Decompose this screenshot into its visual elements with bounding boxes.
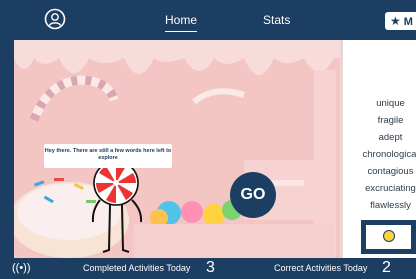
more-button[interactable]: ★ M [385,12,416,30]
star-icon: ★ [390,14,401,28]
left-edge-strip [0,40,14,258]
correct-activities-value: 2 [382,259,391,276]
tab-home[interactable]: Home [165,13,198,32]
tab-stats[interactable]: Stats [263,13,290,27]
word-item[interactable]: contagious [343,166,416,177]
hint-icon[interactable] [383,230,395,242]
game-scene: Hey there. There are still a few words h… [0,40,416,258]
user-avatar-icon[interactable] [44,8,66,30]
correct-activities-label: Correct Activities Today [274,263,368,273]
word-item[interactable]: chronological [343,149,416,160]
word-item[interactable]: excruciating [343,183,416,194]
word-item[interactable]: fragile [343,115,416,126]
speech-bubble: Hey there. There are still a few words h… [44,144,172,168]
top-nav-bar: Home Stats ★ M [0,0,416,40]
word-item[interactable]: unique [343,98,416,109]
completed-activities-label: Completed Activities Today [83,263,191,273]
antenna-icon: ((•)) [12,262,31,274]
more-button-label: M [403,16,413,28]
word-item[interactable]: adept [343,132,416,143]
stats-bar: ((•)) Completed Activities Today 3 Corre… [0,258,416,279]
go-button[interactable]: GO [230,172,276,218]
peppermint-character [91,160,143,253]
word-item[interactable]: flawlessly [343,200,416,211]
completed-activities-value: 3 [206,259,215,276]
